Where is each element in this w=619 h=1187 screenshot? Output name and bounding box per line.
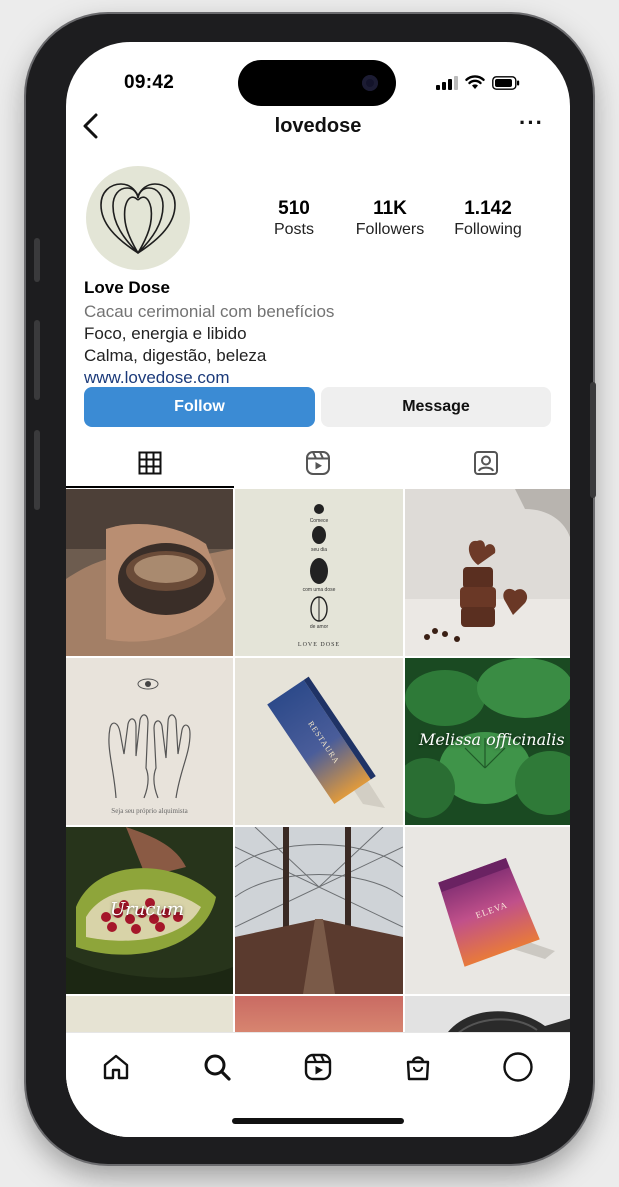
home-icon <box>103 1054 129 1080</box>
love-dose-logo-icon <box>100 183 176 254</box>
avatar[interactable] <box>86 166 190 270</box>
nav-profile[interactable] <box>498 1047 538 1087</box>
phone-power-button <box>590 382 596 498</box>
stat-label: Followers <box>355 221 425 238</box>
nav-shop[interactable] <box>398 1047 438 1087</box>
tab-reels[interactable] <box>234 438 402 488</box>
bio-line: Calma, digestão, beleza <box>84 346 267 365</box>
post-thumbnail-alchemist-sketch[interactable]: Seja seu próprio alquimista <box>66 658 233 825</box>
post-text-line: de amor <box>309 624 329 630</box>
profile-icon <box>503 1052 533 1082</box>
home-indicator[interactable] <box>232 1118 404 1124</box>
message-button[interactable]: Message <box>321 387 551 427</box>
battery-icon <box>492 75 520 90</box>
follow-button[interactable]: Follow <box>84 387 315 427</box>
post-text-line: com uma dose <box>302 587 336 593</box>
post-caption: Urucum <box>110 899 185 920</box>
wifi-icon <box>465 75 485 89</box>
profile-tabs <box>66 438 570 488</box>
post-thumbnail-hands-cup[interactable] <box>66 489 233 656</box>
post-thumbnail-greenhouse[interactable] <box>235 827 403 994</box>
profile-bio: Love Dose Cacau cerimonial com benefício… <box>84 278 554 389</box>
bio-line: Foco, energia e libido <box>84 324 247 343</box>
tab-posts-grid[interactable] <box>66 438 234 488</box>
post-text-line: seu dia <box>310 547 328 553</box>
post-thumbnail-urucum[interactable]: Urucum <box>66 827 233 994</box>
profile-username: lovedose <box>274 115 362 137</box>
tagged-icon <box>474 451 498 475</box>
status-icons <box>436 75 520 90</box>
stat-following[interactable]: 1.142 Following <box>438 198 538 239</box>
post-image <box>66 489 233 656</box>
post-image <box>405 489 570 656</box>
stat-followers[interactable]: 11K Followers <box>340 198 440 239</box>
tab-tagged[interactable] <box>402 438 570 488</box>
stat-value: 11K <box>373 198 407 219</box>
grid-icon <box>138 451 162 475</box>
profile-header: lovedose ··· <box>66 108 570 148</box>
post-caption: Seja seu próprio alquimista <box>111 807 188 815</box>
post-thumbnail-love-dose-poster[interactable]: Comece seu dia com uma dose de amor LOVE… <box>235 489 403 656</box>
status-time: 09:42 <box>124 72 175 93</box>
post-thumbnail-chocolates[interactable] <box>405 489 570 656</box>
active-tab-indicator <box>66 486 234 488</box>
phone-action-button <box>34 238 40 282</box>
post-thumbnail-melissa[interactable]: Melissa officinalis <box>405 658 570 825</box>
stat-label: Following <box>454 221 522 238</box>
phone-volume-up <box>34 320 40 400</box>
profile-name: Love Dose <box>84 278 170 297</box>
reels-icon <box>304 1053 332 1081</box>
profile-category: Cacau cerimonial com benefícios <box>84 302 335 321</box>
more-options-icon[interactable]: ··· <box>519 110 544 136</box>
phone-volume-down <box>34 430 40 510</box>
dynamic-island <box>238 60 396 106</box>
signal-icon <box>436 75 458 90</box>
profile-website-link[interactable]: www.lovedose.com <box>84 367 554 389</box>
post-thumbnail-eleva-pouch[interactable]: ELEVA <box>405 827 570 994</box>
post-text-line: LOVE DOSE <box>297 642 341 648</box>
stat-value: 510 <box>278 198 310 219</box>
stat-value: 1.142 <box>464 198 512 219</box>
post-image <box>66 658 233 825</box>
post-text-line: Comece <box>309 518 329 524</box>
post-caption: Melissa officinalis <box>419 730 565 749</box>
nav-search[interactable] <box>197 1047 237 1087</box>
stat-posts[interactable]: 510 Posts <box>244 198 344 239</box>
reels-icon <box>306 451 330 475</box>
stat-label: Posts <box>273 221 314 238</box>
post-thumbnail-restaura-box[interactable]: RESTAURA <box>235 658 403 825</box>
nav-reels[interactable] <box>298 1047 338 1087</box>
shop-icon <box>406 1056 430 1081</box>
post-image <box>405 996 570 1036</box>
search-icon <box>204 1054 231 1081</box>
post-image <box>235 489 403 656</box>
profile-actions: Follow Message <box>84 387 551 427</box>
screen: 09:42 lovedose ··· 510 Posts 11K Followe… <box>66 42 570 1137</box>
post-image <box>235 827 403 994</box>
nav-home[interactable] <box>96 1047 136 1087</box>
